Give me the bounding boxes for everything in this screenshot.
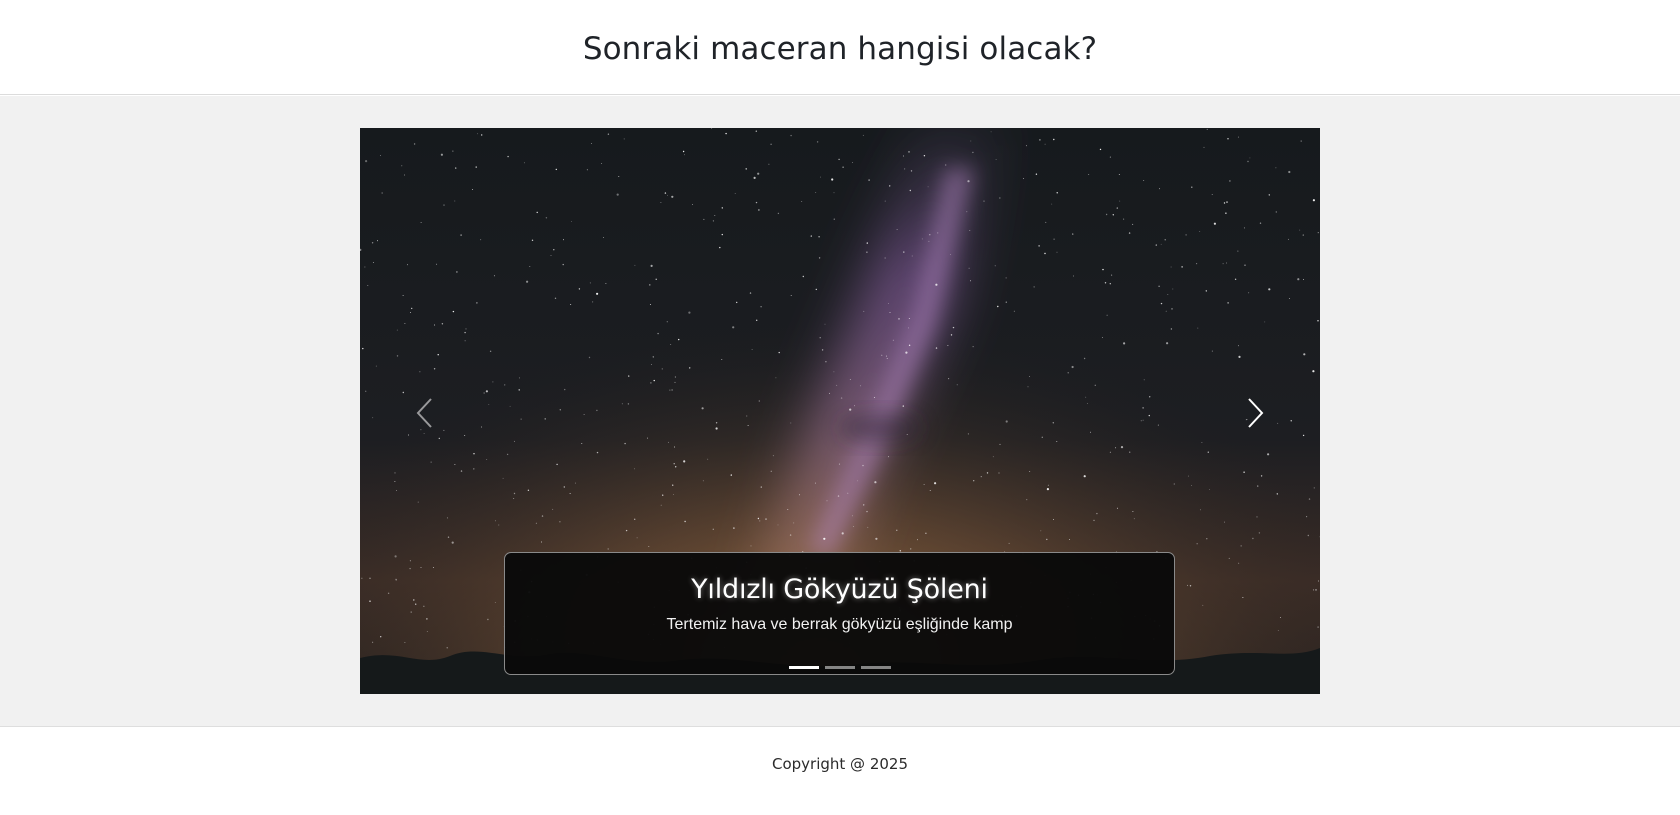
next-slide-button[interactable] [1220, 358, 1290, 468]
slide-indicator-3[interactable] [860, 666, 891, 669]
carousel-indicators [505, 666, 1174, 669]
slide-indicator-2[interactable] [824, 666, 855, 669]
site-footer: Copyright @ 2025 [0, 728, 1680, 815]
slide-caption: Yıldızlı Gökyüzü Şöleni Tertemiz hava ve… [504, 552, 1175, 675]
slide-description: Tertemiz hava ve berrak gökyüzü eşliğind… [666, 616, 1013, 633]
slide-title: Yıldızlı Gökyüzü Şöleni [691, 574, 988, 605]
previous-slide-button[interactable] [390, 358, 460, 468]
chevron-left-icon [416, 398, 432, 428]
main-section: Yıldızlı Gökyüzü Şöleni Tertemiz hava ve… [0, 96, 1680, 727]
site-header: Sonraki maceran hangisi olacak? [0, 0, 1680, 95]
page-title: Sonraki maceran hangisi olacak? [582, 31, 1098, 67]
image-carousel: Yıldızlı Gökyüzü Şöleni Tertemiz hava ve… [360, 128, 1320, 694]
copyright-text: Copyright @ 2025 [771, 755, 908, 773]
slide-indicator-1[interactable] [788, 666, 819, 669]
chevron-right-icon [1248, 398, 1264, 428]
